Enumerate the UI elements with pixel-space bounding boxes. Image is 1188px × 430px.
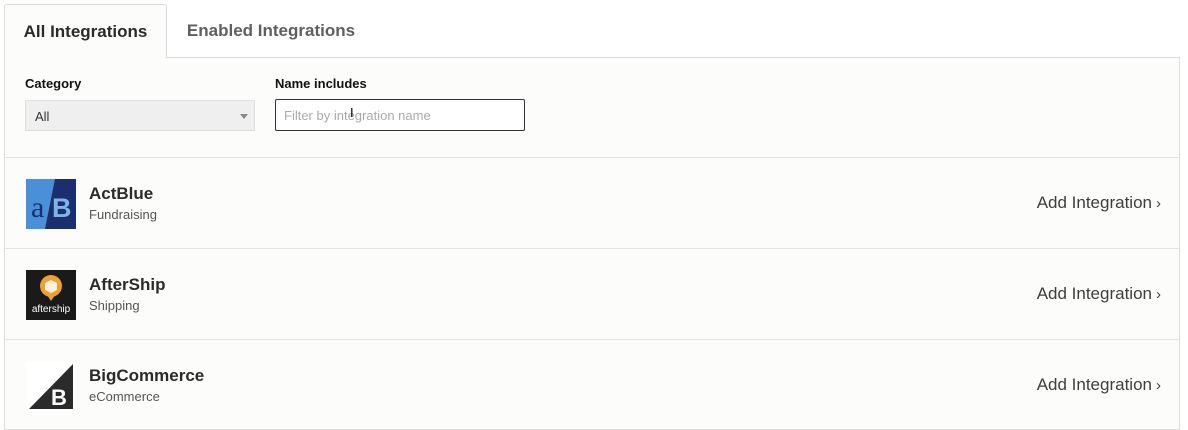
list-item: aftership AfterShip Shipping Add Integra…: [5, 249, 1179, 339]
tab-enabled-integrations[interactable]: Enabled Integrations: [167, 4, 375, 58]
chevron-right-icon: ›: [1156, 195, 1161, 212]
name-filter-input[interactable]: [275, 99, 525, 131]
add-integration-link[interactable]: Add Integration ›: [1037, 375, 1161, 395]
name-includes-label: Name includes: [275, 76, 367, 91]
chevron-right-icon: ›: [1156, 377, 1161, 394]
svg-text:B: B: [51, 385, 67, 410]
text-cursor-icon: I: [350, 105, 354, 120]
integration-name: BigCommerce: [89, 366, 205, 385]
integration-category: eCommerce: [89, 389, 160, 404]
integration-name: ActBlue: [89, 184, 154, 203]
list-item: B BigCommerce eCommerce Add Integration ›: [5, 340, 1179, 430]
category-label: Category: [25, 76, 82, 91]
add-integration-label: Add Integration: [1036, 284, 1152, 303]
chevron-down-icon: [240, 114, 248, 119]
integration-category: Shipping: [89, 298, 140, 313]
integration-name: AfterShip: [89, 275, 166, 294]
integration-tabs: All Integrations Enabled Integrations: [4, 0, 1180, 58]
list-item: a B ActBlue Fundraising Add Integration ›: [5, 158, 1179, 248]
add-integration-link[interactable]: Add Integration ›: [1037, 193, 1161, 213]
actblue-logo-icon: a B: [26, 179, 76, 229]
add-integration-link[interactable]: Add Integration ›: [1037, 284, 1161, 304]
add-integration-label: Add Integration: [1036, 375, 1152, 394]
svg-text:B: B: [52, 193, 72, 223]
integration-category: Fundraising: [89, 207, 157, 222]
tab-all-integrations[interactable]: All Integrations: [4, 4, 167, 58]
aftership-logo-icon: aftership: [26, 270, 76, 320]
aftership-logo-text: aftership: [32, 304, 71, 315]
svg-text:a: a: [31, 191, 44, 224]
bigcommerce-logo-icon: B: [26, 361, 76, 411]
category-select-value: All: [35, 109, 50, 124]
chevron-right-icon: ›: [1156, 286, 1161, 303]
add-integration-label: Add Integration: [1036, 193, 1152, 212]
category-select[interactable]: All: [25, 100, 255, 131]
integrations-panel: Category All Name includes I a B ActBlue…: [4, 58, 1180, 430]
